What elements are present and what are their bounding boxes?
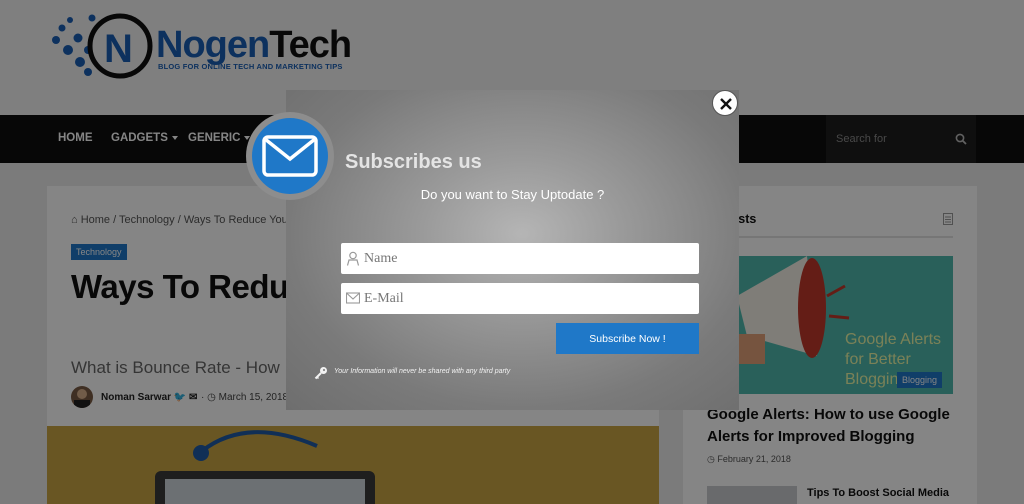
email-field-wrapper — [341, 283, 699, 314]
user-icon — [346, 251, 360, 266]
close-icon — [720, 98, 732, 110]
subscribe-button[interactable]: Subscribe Now ! — [556, 323, 699, 354]
close-button[interactable] — [712, 90, 738, 116]
envelope-icon — [346, 292, 360, 304]
email-input[interactable] — [364, 283, 694, 314]
subscribe-modal: Subscribes us Do you want to Stay Uptoda… — [286, 90, 739, 410]
privacy-text: Your Information will never be shared wi… — [334, 368, 511, 375]
modal-title: Subscribes us — [345, 151, 482, 173]
key-icon — [314, 367, 327, 380]
modal-question: Do you want to Stay Uptodate ? — [420, 187, 605, 202]
name-input[interactable] — [364, 243, 694, 274]
name-field-wrapper — [341, 243, 699, 274]
envelope-icon — [262, 135, 318, 177]
mail-badge — [246, 112, 334, 200]
